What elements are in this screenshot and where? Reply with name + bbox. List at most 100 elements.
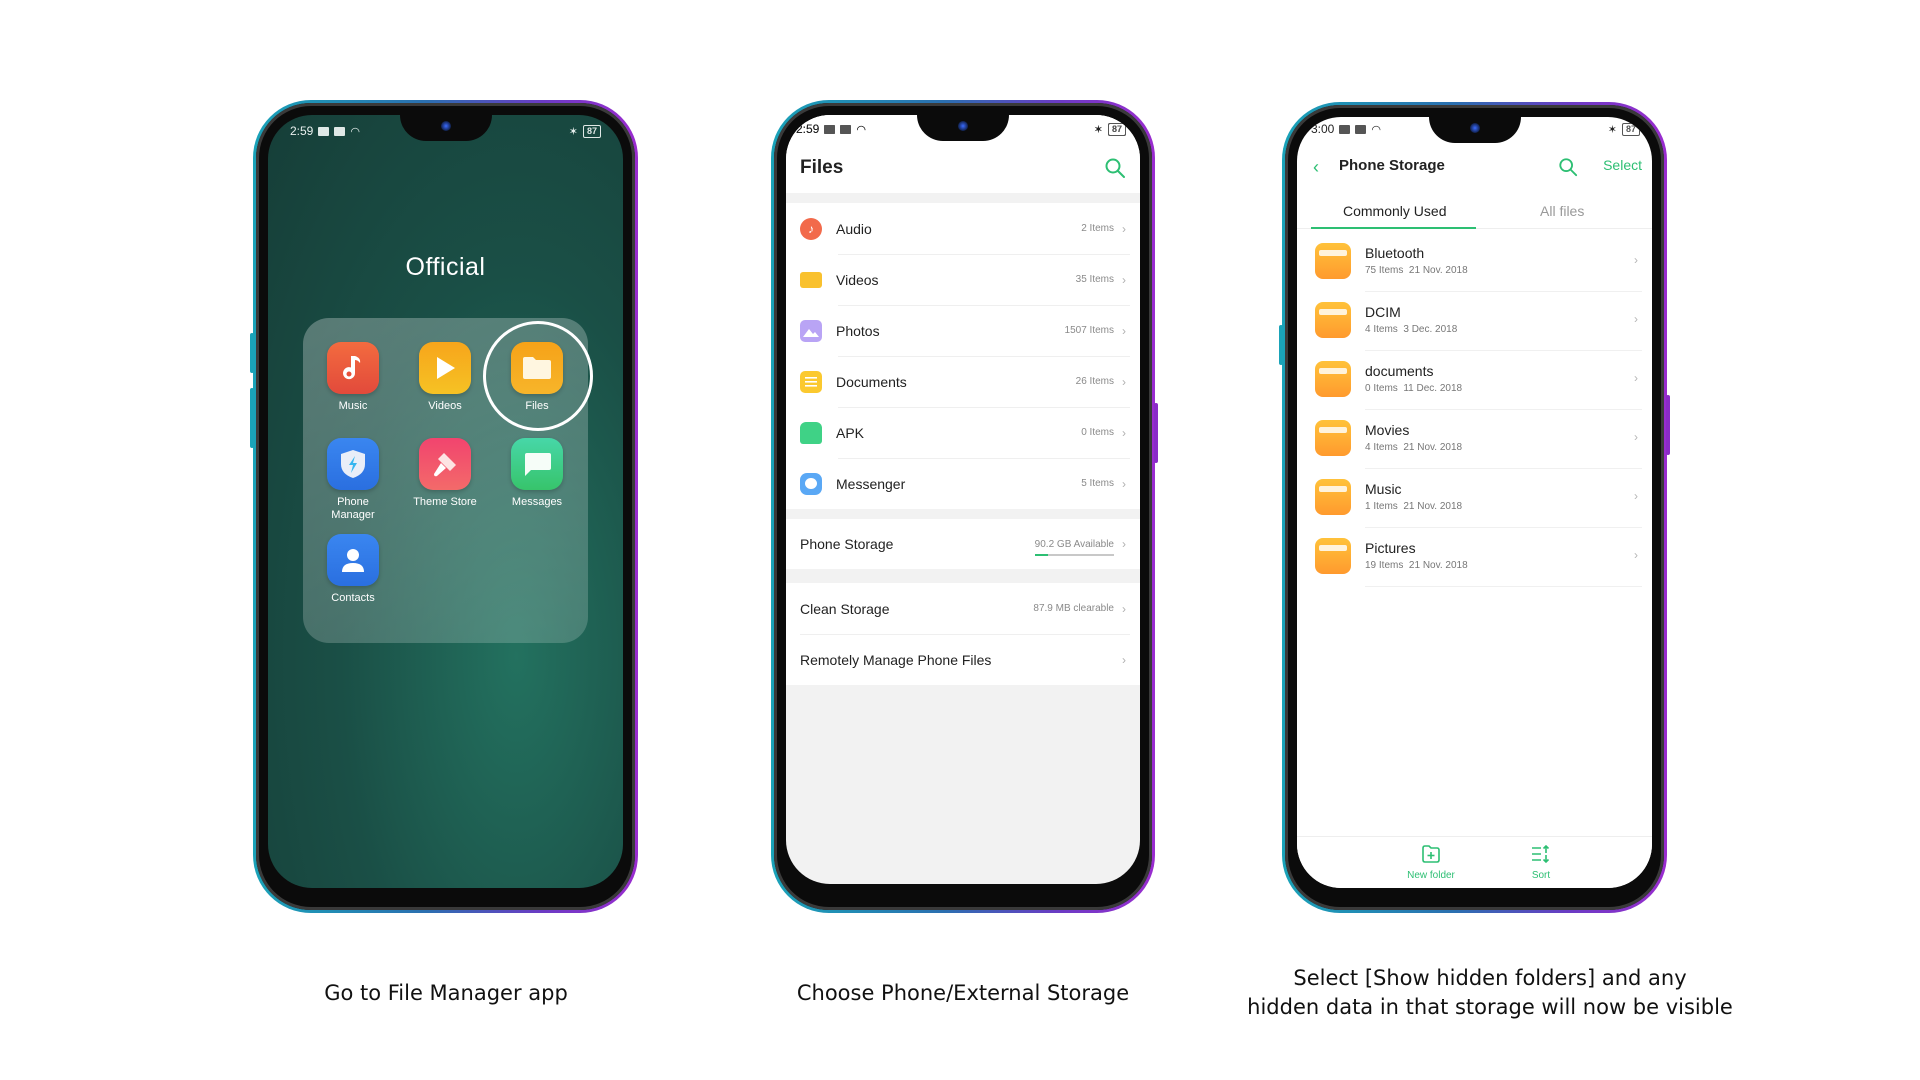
android-icon [800, 421, 822, 444]
new-folder-button[interactable]: New folder [1391, 845, 1471, 881]
chat-bubble-icon [511, 438, 563, 490]
folder-date: 21 Nov. 2018 [1403, 501, 1463, 512]
folder-item-count: 4 Items [1365, 442, 1398, 453]
category-documents[interactable]: Documents 26 Items › [786, 356, 1140, 407]
app-bar: Files [786, 143, 1140, 193]
folder-meta: 0 Items 11 Dec. 2018 [1365, 383, 1462, 394]
photo-icon [800, 319, 822, 342]
video-camera-icon [800, 271, 822, 288]
folder-icon [1315, 361, 1351, 397]
notification-icon [824, 124, 836, 134]
sort-button[interactable]: Sort [1501, 844, 1581, 881]
vibrate-icon: ✶ [1607, 123, 1617, 136]
folder-row[interactable]: DCIM 4 Items 3 Dec. 2018 › [1297, 292, 1652, 351]
app-label: Messages [511, 496, 563, 508]
folder-date: 21 Nov. 2018 [1408, 560, 1468, 571]
clean-storage-row[interactable]: Clean Storage 87.9 MB clearable › [786, 583, 1140, 634]
app-label: Videos [428, 400, 462, 412]
folder-icon [1315, 243, 1351, 279]
files-screen: 2:59 ◠ ✶ 87 Files 2:59 ◠ ✶ 87 ♪ Audio 2 … [786, 115, 1140, 884]
play-icon [419, 342, 471, 394]
storage-card: Phone Storage 90.2 GB Available › [786, 519, 1140, 569]
folder-meta: 19 Items 21 Nov. 2018 [1365, 560, 1468, 571]
music-note-icon [327, 342, 379, 394]
phone-mockup-storage: 3:00 ◠ ✶ 87 ‹ Phone Storage Select Commo… [1279, 102, 1670, 913]
front-camera [1469, 123, 1480, 133]
home-screen: 2:59 ◠ ✶ 87 Official Music Videos Files … [268, 115, 623, 888]
folder-row[interactable]: Bluetooth 75 Items 21 Nov. 2018 › [1297, 233, 1652, 292]
remote-manage-row[interactable]: Remotely Manage Phone Files › [786, 634, 1140, 685]
back-button[interactable]: ‹ [1313, 157, 1319, 178]
phone-bezel: 3:00 ◠ ✶ 87 ‹ Phone Storage Select Commo… [1279, 105, 1670, 910]
app-theme-store[interactable]: Theme Store [405, 438, 485, 509]
row-label: Remotely Manage Phone Files [800, 651, 992, 668]
notification-icon [1339, 124, 1351, 134]
phone-storage-row[interactable]: Phone Storage 90.2 GB Available › [786, 519, 1140, 569]
step-1-caption: Go to File Manager app [324, 981, 568, 1005]
audio-icon: ♪ [800, 217, 822, 240]
folder-row[interactable]: Music 1 Items 21 Nov. 2018 › [1297, 469, 1652, 528]
folder-row[interactable]: documents 0 Items 11 Dec. 2018 › [1297, 351, 1652, 410]
search-button[interactable] [1104, 157, 1126, 179]
category-audio[interactable]: ♪ Audio 2 Items › [786, 203, 1140, 254]
row-label: Audio [836, 220, 872, 237]
app-music[interactable]: Music [313, 342, 393, 413]
step-2-caption: Choose Phone/External Storage [796, 981, 1130, 1005]
highlight-circle [483, 321, 593, 431]
row-label: Clean Storage [800, 600, 890, 617]
phone-bezel: 2:59 ◠ ✶ 87 Files 2:59 ◠ ✶ 87 ♪ Audio 2 … [774, 103, 1158, 910]
wifi-icon: ◠ [1371, 123, 1381, 136]
chevron-right-icon: › [1634, 253, 1638, 267]
divider [1365, 586, 1642, 587]
folder-row[interactable]: Movies 4 Items 21 Nov. 2018 › [1297, 410, 1652, 469]
chevron-right-icon: › [1122, 221, 1126, 236]
app-folder-panel: Music Videos Files Phone Manager Theme S… [303, 318, 593, 643]
row-label: Videos [836, 271, 879, 288]
folder-meta: 1 Items 21 Nov. 2018 [1365, 501, 1462, 512]
chevron-right-icon: › [1122, 537, 1126, 551]
row-count: 1507 Items [1064, 325, 1114, 336]
notification-icon [334, 126, 346, 136]
battery-icon: 87 [582, 124, 601, 138]
tab-commonly-used[interactable]: Commonly Used [1343, 203, 1446, 219]
phone-mockup-home: 2:59 ◠ ✶ 87 Official Music Videos Files … [250, 100, 638, 913]
app-label: Theme Store [413, 496, 477, 508]
tab-all-files[interactable]: All files [1540, 203, 1584, 219]
clearable-size: 87.9 MB clearable [1033, 603, 1114, 614]
app-videos[interactable]: Videos [405, 342, 485, 413]
folder-meta: 4 Items 3 Dec. 2018 [1365, 324, 1457, 335]
folder-icon [1315, 479, 1351, 515]
app-contacts[interactable]: Contacts [313, 534, 393, 605]
select-button[interactable]: Select [1603, 157, 1642, 173]
tab-bar: Commonly Used All files [1297, 195, 1652, 229]
app-messages[interactable]: Messages [497, 438, 577, 509]
bottom-action-bar: New folder Sort [1297, 836, 1652, 888]
app-phone-manager[interactable]: Phone Manager [313, 438, 393, 522]
row-count: 26 Items [1075, 376, 1114, 387]
folder-icon [1315, 420, 1351, 456]
wifi-icon: ◠ [350, 125, 360, 138]
chevron-right-icon: › [1634, 489, 1638, 503]
folder-item-count: 19 Items [1365, 560, 1404, 571]
row-label: Phone Storage [800, 536, 894, 552]
category-photos[interactable]: Photos 1507 Items › [786, 305, 1140, 356]
category-videos[interactable]: Videos 35 Items › [786, 254, 1140, 305]
battery-icon: 87 [1107, 122, 1126, 136]
folder-icon [1315, 302, 1351, 338]
storage-usage-bar [1034, 553, 1114, 556]
category-apk[interactable]: APK 0 Items › [786, 407, 1140, 458]
folder-date: 3 Dec. 2018 [1403, 324, 1458, 335]
paintbrush-icon [419, 438, 471, 490]
category-messenger[interactable]: Messenger 5 Items › [786, 458, 1140, 509]
folder-row[interactable]: Pictures 19 Items 21 Nov. 2018 › [1297, 528, 1652, 587]
notch [399, 115, 492, 141]
storage-available: 90.2 GB Available [1034, 539, 1114, 556]
folder-name: Bluetooth [1365, 245, 1425, 261]
chevron-right-icon: › [1122, 652, 1126, 667]
side-button [250, 333, 254, 373]
bottom-button-label: Sort [1531, 870, 1551, 881]
search-button[interactable] [1558, 157, 1580, 179]
chevron-right-icon: › [1122, 601, 1126, 616]
status-bar-overlay: 2:59 ◠ ✶ 87 [796, 121, 1126, 137]
folder-name: Pictures [1365, 540, 1416, 556]
